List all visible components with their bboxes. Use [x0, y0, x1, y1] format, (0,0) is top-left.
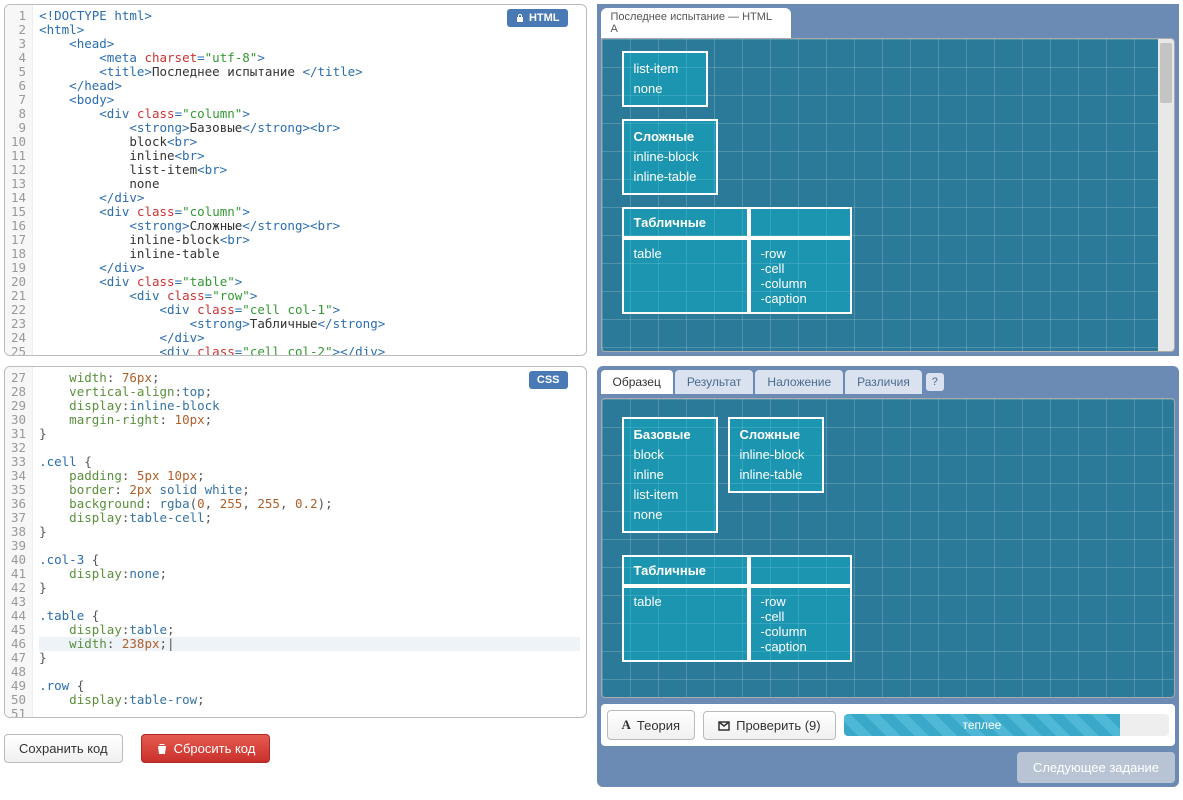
font-icon: A [622, 717, 631, 733]
sample-title: Табличные [634, 563, 707, 578]
trash-icon [156, 743, 168, 755]
next-task-button[interactable]: Следующее задание [1017, 752, 1175, 783]
tab-result[interactable]: Результат [675, 370, 754, 394]
progress-bar: теплее [844, 714, 1169, 736]
check-icon [718, 719, 730, 731]
sample-title: Сложные [740, 427, 801, 442]
scroll-thumb[interactable] [1160, 43, 1172, 103]
preview-table: Табличные table -row -cell -column -capt… [622, 207, 852, 314]
bottom-buttons: Сохранить код Сбросить код [4, 734, 587, 763]
save-button[interactable]: Сохранить код [4, 734, 123, 763]
html-editor[interactable]: 1234567891011121314151617181920212223242… [5, 5, 586, 355]
preview-text: inline-block [634, 147, 706, 167]
theory-label: Теория [637, 718, 680, 733]
theory-button[interactable]: A Теория [607, 710, 696, 740]
css-code[interactable]: width: 76px; vertical-align:top; display… [33, 367, 585, 717]
sample-panel: Образец Результат Наложение Различия ? Б… [597, 366, 1180, 787]
reset-button[interactable]: Сбросить код [141, 734, 271, 763]
html-code[interactable]: <!DOCTYPE html><html> <head> <meta chars… [33, 5, 585, 355]
css-gutter: 2728293031323334353637383940414243444546… [5, 367, 33, 717]
tab-sample[interactable]: Образец [601, 370, 673, 394]
sample-tabs: Образец Результат Наложение Различия ? [601, 370, 1176, 394]
css-badge-label: CSS [537, 374, 560, 386]
result-preview-panel: Последнее испытание — HTML A list-item n… [597, 4, 1180, 356]
help-button[interactable]: ? [926, 373, 944, 391]
preview-text: none [634, 79, 696, 99]
tab-overlay[interactable]: Наложение [755, 370, 843, 394]
tab-diff[interactable]: Различия [845, 370, 922, 394]
check-button[interactable]: Проверить (9) [703, 711, 836, 740]
sample-text: block [634, 445, 706, 465]
sample-title: Базовые [634, 427, 691, 442]
sample-text: table [622, 586, 749, 662]
preview-title: Сложные [634, 129, 695, 144]
sample-footer: A Теория Проверить (9) теплее [601, 704, 1176, 746]
sample-text: inline [634, 465, 706, 485]
preview-text: table [622, 238, 749, 314]
html-badge: HTML [507, 9, 568, 27]
sample-box-complex: Сложные inline-block inline-table [728, 417, 824, 493]
html-editor-panel: HTML 12345678910111213141516171819202122… [4, 4, 587, 356]
preview-text: inline-table [634, 167, 706, 187]
sample-text: inline-block [740, 445, 812, 465]
preview-browser-tab: Последнее испытание — HTML A [601, 8, 791, 38]
sample-text: none [634, 505, 706, 525]
sample-text: -row -cell -column -caption [749, 586, 852, 662]
preview-title: Табличные [634, 215, 707, 230]
preview-text: -row -cell -column -caption [749, 238, 852, 314]
preview-box-complex: Сложные inline-block inline-table [622, 119, 718, 195]
sample-box-basic: Базовые block inline list-item none [622, 417, 718, 533]
preview-scrollbar[interactable] [1158, 39, 1174, 351]
check-label: Проверить (9) [736, 718, 821, 733]
preview-box-top: list-item none [622, 51, 708, 107]
html-gutter: 1234567891011121314151617181920212223242… [5, 5, 33, 355]
sample-text: list-item [634, 485, 706, 505]
html-badge-label: HTML [529, 12, 560, 24]
result-preview[interactable]: list-item none Сложные inline-block inli… [601, 38, 1176, 352]
progress-fill: теплее [844, 714, 1121, 736]
sample-table: Табличные table -row -cell -column -capt… [622, 555, 852, 662]
lock-icon [515, 13, 525, 23]
preview-text: list-item [634, 59, 696, 79]
css-editor[interactable]: 2728293031323334353637383940414243444546… [5, 367, 586, 717]
reset-label: Сбросить код [174, 741, 256, 756]
sample-preview: Базовые block inline list-item none Слож… [601, 398, 1176, 698]
css-badge: CSS [529, 371, 568, 389]
css-editor-panel: CSS 272829303132333435363738394041424344… [4, 366, 587, 718]
sample-text: inline-table [740, 465, 812, 485]
